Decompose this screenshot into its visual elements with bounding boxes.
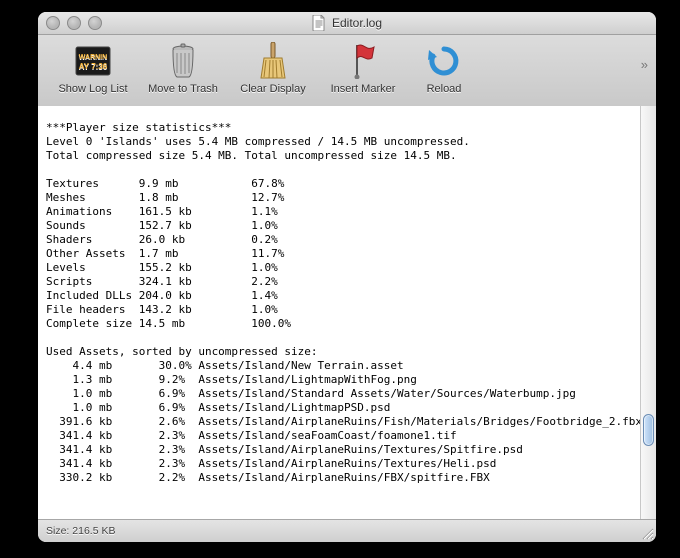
show-log-list-button[interactable]: WARNINAY 7:36 Show Log List: [48, 41, 138, 95]
toolbar-label: Clear Display: [240, 83, 305, 95]
toolbar-overflow-button[interactable]: »: [641, 57, 648, 72]
svg-text:WARNIN: WARNIN: [79, 54, 107, 61]
app-window: Editor.log WARNINAY 7:36 Show Log List M…: [38, 12, 656, 542]
status-bar: Size: 216.5 KB: [38, 519, 656, 542]
warning-badge-icon: WARNINAY 7:36: [75, 41, 111, 81]
clear-display-button[interactable]: Clear Display: [228, 41, 318, 95]
log-viewport: ***Player size statistics*** Level 0 'Is…: [38, 106, 656, 520]
reload-button[interactable]: Reload: [408, 41, 480, 95]
svg-text:AY 7:36: AY 7:36: [79, 62, 108, 71]
window-title-text: Editor.log: [332, 16, 382, 30]
vertical-scrollbar[interactable]: [640, 106, 656, 520]
resize-grip[interactable]: [640, 526, 654, 540]
flag-icon: [348, 41, 378, 81]
titlebar[interactable]: Editor.log: [38, 12, 656, 35]
move-to-trash-button[interactable]: Move to Trash: [138, 41, 228, 95]
status-size: Size: 216.5 KB: [46, 525, 115, 537]
toolbar-label: Show Log List: [58, 83, 127, 95]
broom-icon: [258, 41, 288, 81]
toolbar-label: Reload: [427, 83, 462, 95]
reload-icon: [427, 41, 461, 81]
toolbar-label: Insert Marker: [331, 83, 396, 95]
scroll-thumb[interactable]: [643, 414, 654, 446]
trash-icon: [168, 41, 198, 81]
document-icon: [312, 15, 326, 31]
toolbar-label: Move to Trash: [148, 83, 218, 95]
toolbar: WARNINAY 7:36 Show Log List Move to Tras…: [38, 35, 656, 114]
log-text[interactable]: ***Player size statistics*** Level 0 'Is…: [38, 117, 656, 489]
insert-marker-button[interactable]: Insert Marker: [318, 41, 408, 95]
window-title: Editor.log: [38, 12, 656, 34]
